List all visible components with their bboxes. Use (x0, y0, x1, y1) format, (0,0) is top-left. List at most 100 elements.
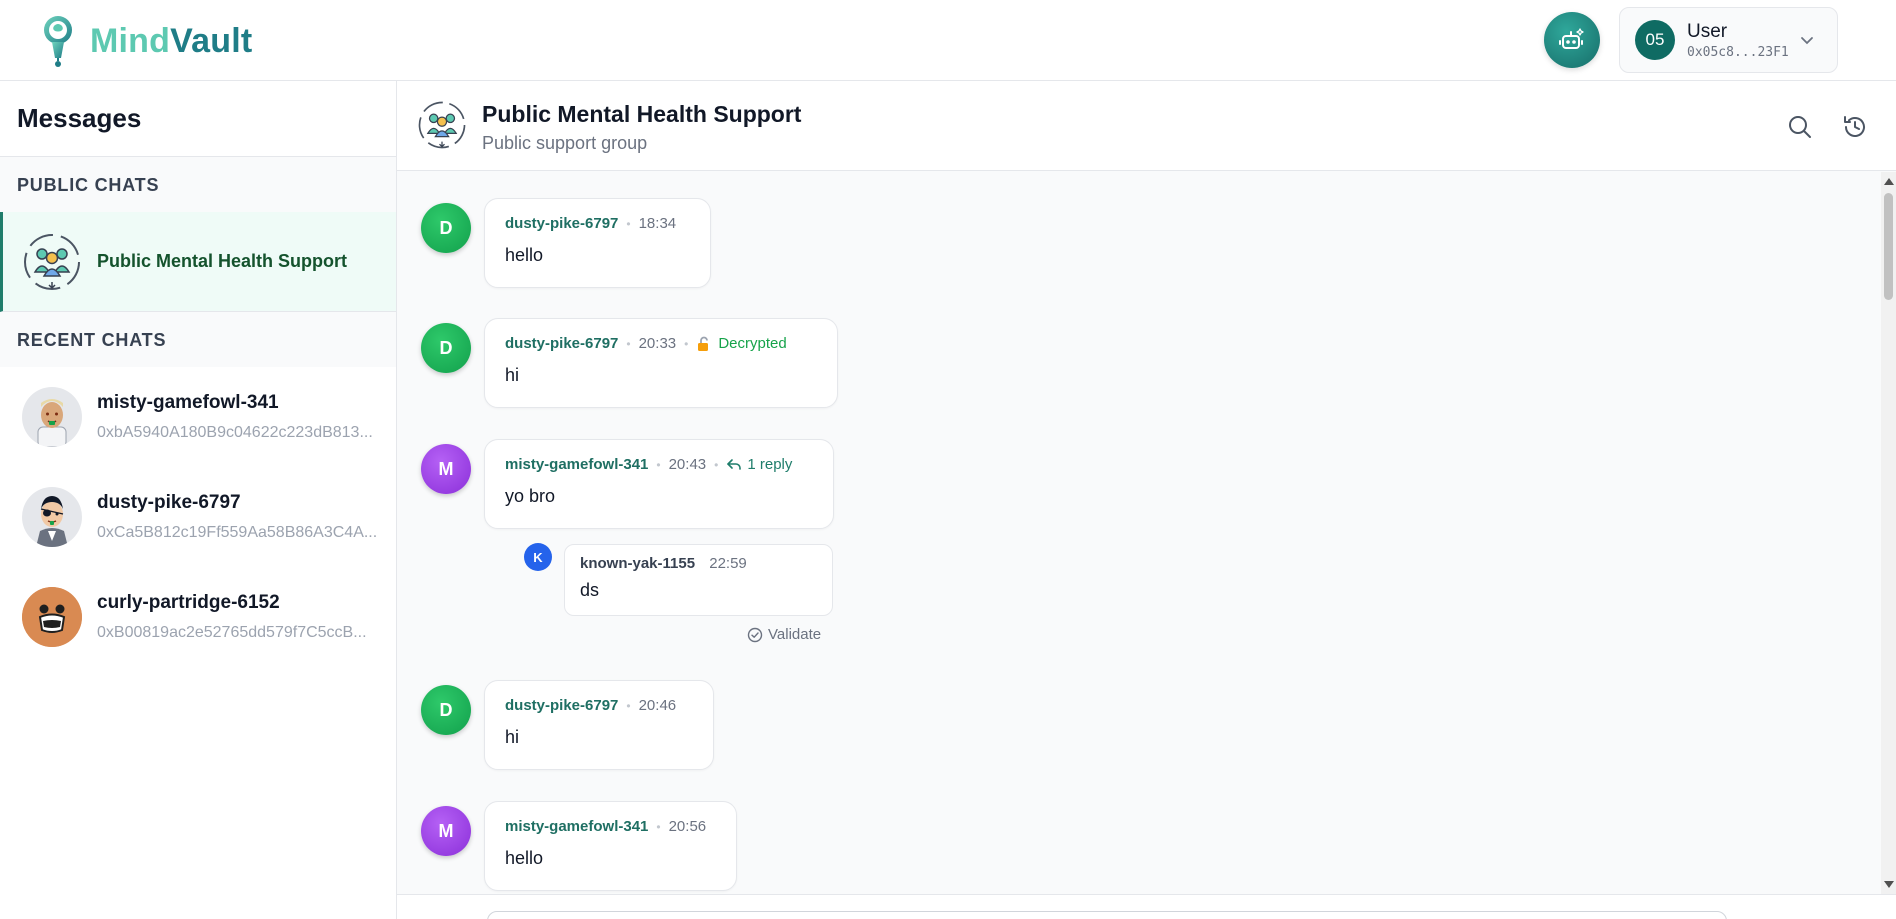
separator-dot: • (656, 457, 661, 472)
top-bar: MindVault 05 User 0x05c8...23F1 (0, 0, 1896, 81)
message-scrollbar[interactable] (1881, 172, 1896, 894)
avatar[interactable]: M (421, 806, 471, 856)
chevron-down-icon (1801, 37, 1813, 45)
sidebar-title: Messages (0, 81, 396, 157)
separator-dot: • (656, 819, 661, 834)
message-author[interactable]: dusty-pike-6797 (505, 335, 618, 352)
brand-name: MindVault (90, 22, 252, 61)
separator-dot: • (626, 216, 631, 231)
avatar[interactable]: D (421, 323, 471, 373)
public-chat-item[interactable]: Public Mental Health Support (0, 212, 396, 312)
scroll-up-arrow[interactable] (1884, 178, 1894, 185)
avatar (22, 387, 82, 447)
message-meta: dusty-pike-6797 • 20:33 • Decrypted (505, 335, 817, 352)
replies-count: 1 reply (747, 456, 793, 473)
message-text: hello (505, 245, 544, 265)
message-time: 20:56 (668, 818, 707, 835)
community-group-icon (22, 232, 82, 292)
message-text: hello (505, 848, 544, 868)
message-time: 20:43 (668, 456, 707, 473)
message-list[interactable]: D dusty-pike-6797 • 18:34 hello D dusty-… (397, 172, 1881, 894)
user-menu[interactable]: 05 User 0x05c8...23F1 (1619, 7, 1838, 73)
recent-chat-name: curly-partridge-6152 (97, 592, 280, 613)
recent-chat-name: dusty-pike-6797 (97, 492, 241, 513)
recent-chat-address: 0xCa5B812c19Ff559Aa58B86A3C4A... (97, 524, 378, 541)
message-author[interactable]: dusty-pike-6797 (505, 215, 618, 232)
validate-label: Validate (768, 626, 822, 643)
avatar[interactable]: D (421, 203, 471, 253)
unlocked-padlock-icon (698, 336, 709, 351)
recent-chat-text: curly-partridge-6152 0xB00819ac2e52765dd… (97, 592, 387, 642)
reply-arrow-icon (727, 458, 742, 470)
message-bubble: dusty-pike-6797 • 18:34 hello (484, 198, 711, 288)
separator-dot: • (684, 336, 689, 351)
message-text: hi (505, 365, 520, 385)
recent-chat-item[interactable]: misty-gamefowl-341 0xbA5940A180B9c04622c… (0, 367, 396, 467)
message-text: yo bro (505, 486, 556, 506)
message-author[interactable]: misty-gamefowl-341 (505, 456, 648, 473)
recent-chats-header: RECENT CHATS (0, 312, 396, 367)
validate-button[interactable]: Validate (747, 626, 821, 643)
avatar[interactable]: K (524, 543, 552, 571)
message-meta: misty-gamefowl-341 • 20:43 • 1 reply (505, 456, 813, 473)
reply-time: 22:59 (709, 555, 747, 572)
avatar[interactable]: D (421, 685, 471, 735)
brand-logo[interactable]: MindVault (38, 14, 252, 68)
history-icon[interactable] (1841, 113, 1869, 141)
decrypted-label: Decrypted (718, 335, 787, 352)
community-group-icon (418, 101, 466, 149)
scroll-down-arrow[interactable] (1884, 881, 1894, 888)
recent-chat-item[interactable]: dusty-pike-6797 0xCa5B812c19Ff559Aa58B86… (0, 467, 396, 567)
reply-author[interactable]: known-yak-1155 (580, 555, 695, 572)
replies-link[interactable]: 1 reply (726, 456, 792, 473)
separator-dot: • (626, 698, 631, 713)
brand-name-part2: Vault (170, 21, 253, 60)
avatar (22, 487, 82, 547)
robot-sparkle-icon (1559, 28, 1584, 49)
reply-text: ds (580, 580, 600, 600)
message-text: hi (505, 727, 520, 747)
separator-dot: • (626, 336, 631, 351)
public-chats-header: PUBLIC CHATS (0, 157, 396, 212)
avatar (22, 587, 82, 647)
recent-chat-item[interactable]: curly-partridge-6152 0xB00819ac2e52765dd… (0, 567, 396, 667)
message-meta: dusty-pike-6797 • 20:46 (505, 697, 693, 714)
message-meta: dusty-pike-6797 • 18:34 (505, 215, 690, 232)
chat-header: Public Mental Health Support Public supp… (397, 81, 1896, 171)
avatar[interactable]: M (421, 444, 471, 494)
brand-name-part1: Mind (90, 21, 171, 60)
message-composer (397, 894, 1896, 919)
message-author[interactable]: dusty-pike-6797 (505, 697, 618, 714)
recent-chat-text: misty-gamefowl-341 0xbA5940A180B9c04622c… (97, 392, 387, 442)
check-circle-icon (747, 627, 763, 642)
reply-meta: known-yak-1155 22:59 (580, 555, 817, 572)
message-bubble: misty-gamefowl-341 • 20:43 • 1 reply yo … (484, 439, 834, 529)
message-meta: misty-gamefowl-341 • 20:56 (505, 818, 716, 835)
conversations-sidebar: Messages PUBLIC CHATS Public Mental Heal… (0, 81, 397, 919)
recent-chat-name: misty-gamefowl-341 (97, 392, 279, 413)
recent-chat-address: 0xbA5940A180B9c04622c223dB813... (97, 424, 373, 441)
public-chat-name: Public Mental Health Support (97, 251, 348, 271)
message-time: 18:34 (638, 215, 677, 232)
message-input[interactable] (487, 911, 1727, 919)
keyhole-brain-icon (44, 16, 72, 67)
search-icon[interactable] (1786, 113, 1814, 141)
recent-chat-address: 0xB00819ac2e52765dd579f7C5ccB... (97, 624, 367, 641)
public-chat-text: Public Mental Health Support (97, 251, 347, 272)
message-bubble: misty-gamefowl-341 • 20:56 hello (484, 801, 737, 891)
reply-bubble: known-yak-1155 22:59 ds (564, 544, 833, 616)
chat-panel: Public Mental Health Support Public supp… (397, 81, 1896, 919)
user-wallet-address: 0x05c8...23F1 (1687, 44, 1789, 60)
message-bubble: dusty-pike-6797 • 20:33 • Decrypted hi (484, 318, 838, 408)
message-time: 20:46 (638, 697, 677, 714)
user-info: User 0x05c8...23F1 (1687, 21, 1789, 60)
chat-subtitle: Public support group (482, 133, 648, 153)
recent-chat-text: dusty-pike-6797 0xCa5B812c19Ff559Aa58B86… (97, 492, 387, 542)
chat-title: Public Mental Health Support (482, 101, 802, 127)
scroll-thumb[interactable] (1884, 193, 1893, 300)
ai-assistant-button[interactable] (1544, 12, 1600, 68)
message-time: 20:33 (638, 335, 677, 352)
separator-dot: • (714, 457, 719, 472)
message-author[interactable]: misty-gamefowl-341 (505, 818, 648, 835)
user-name: User (1687, 20, 1728, 42)
